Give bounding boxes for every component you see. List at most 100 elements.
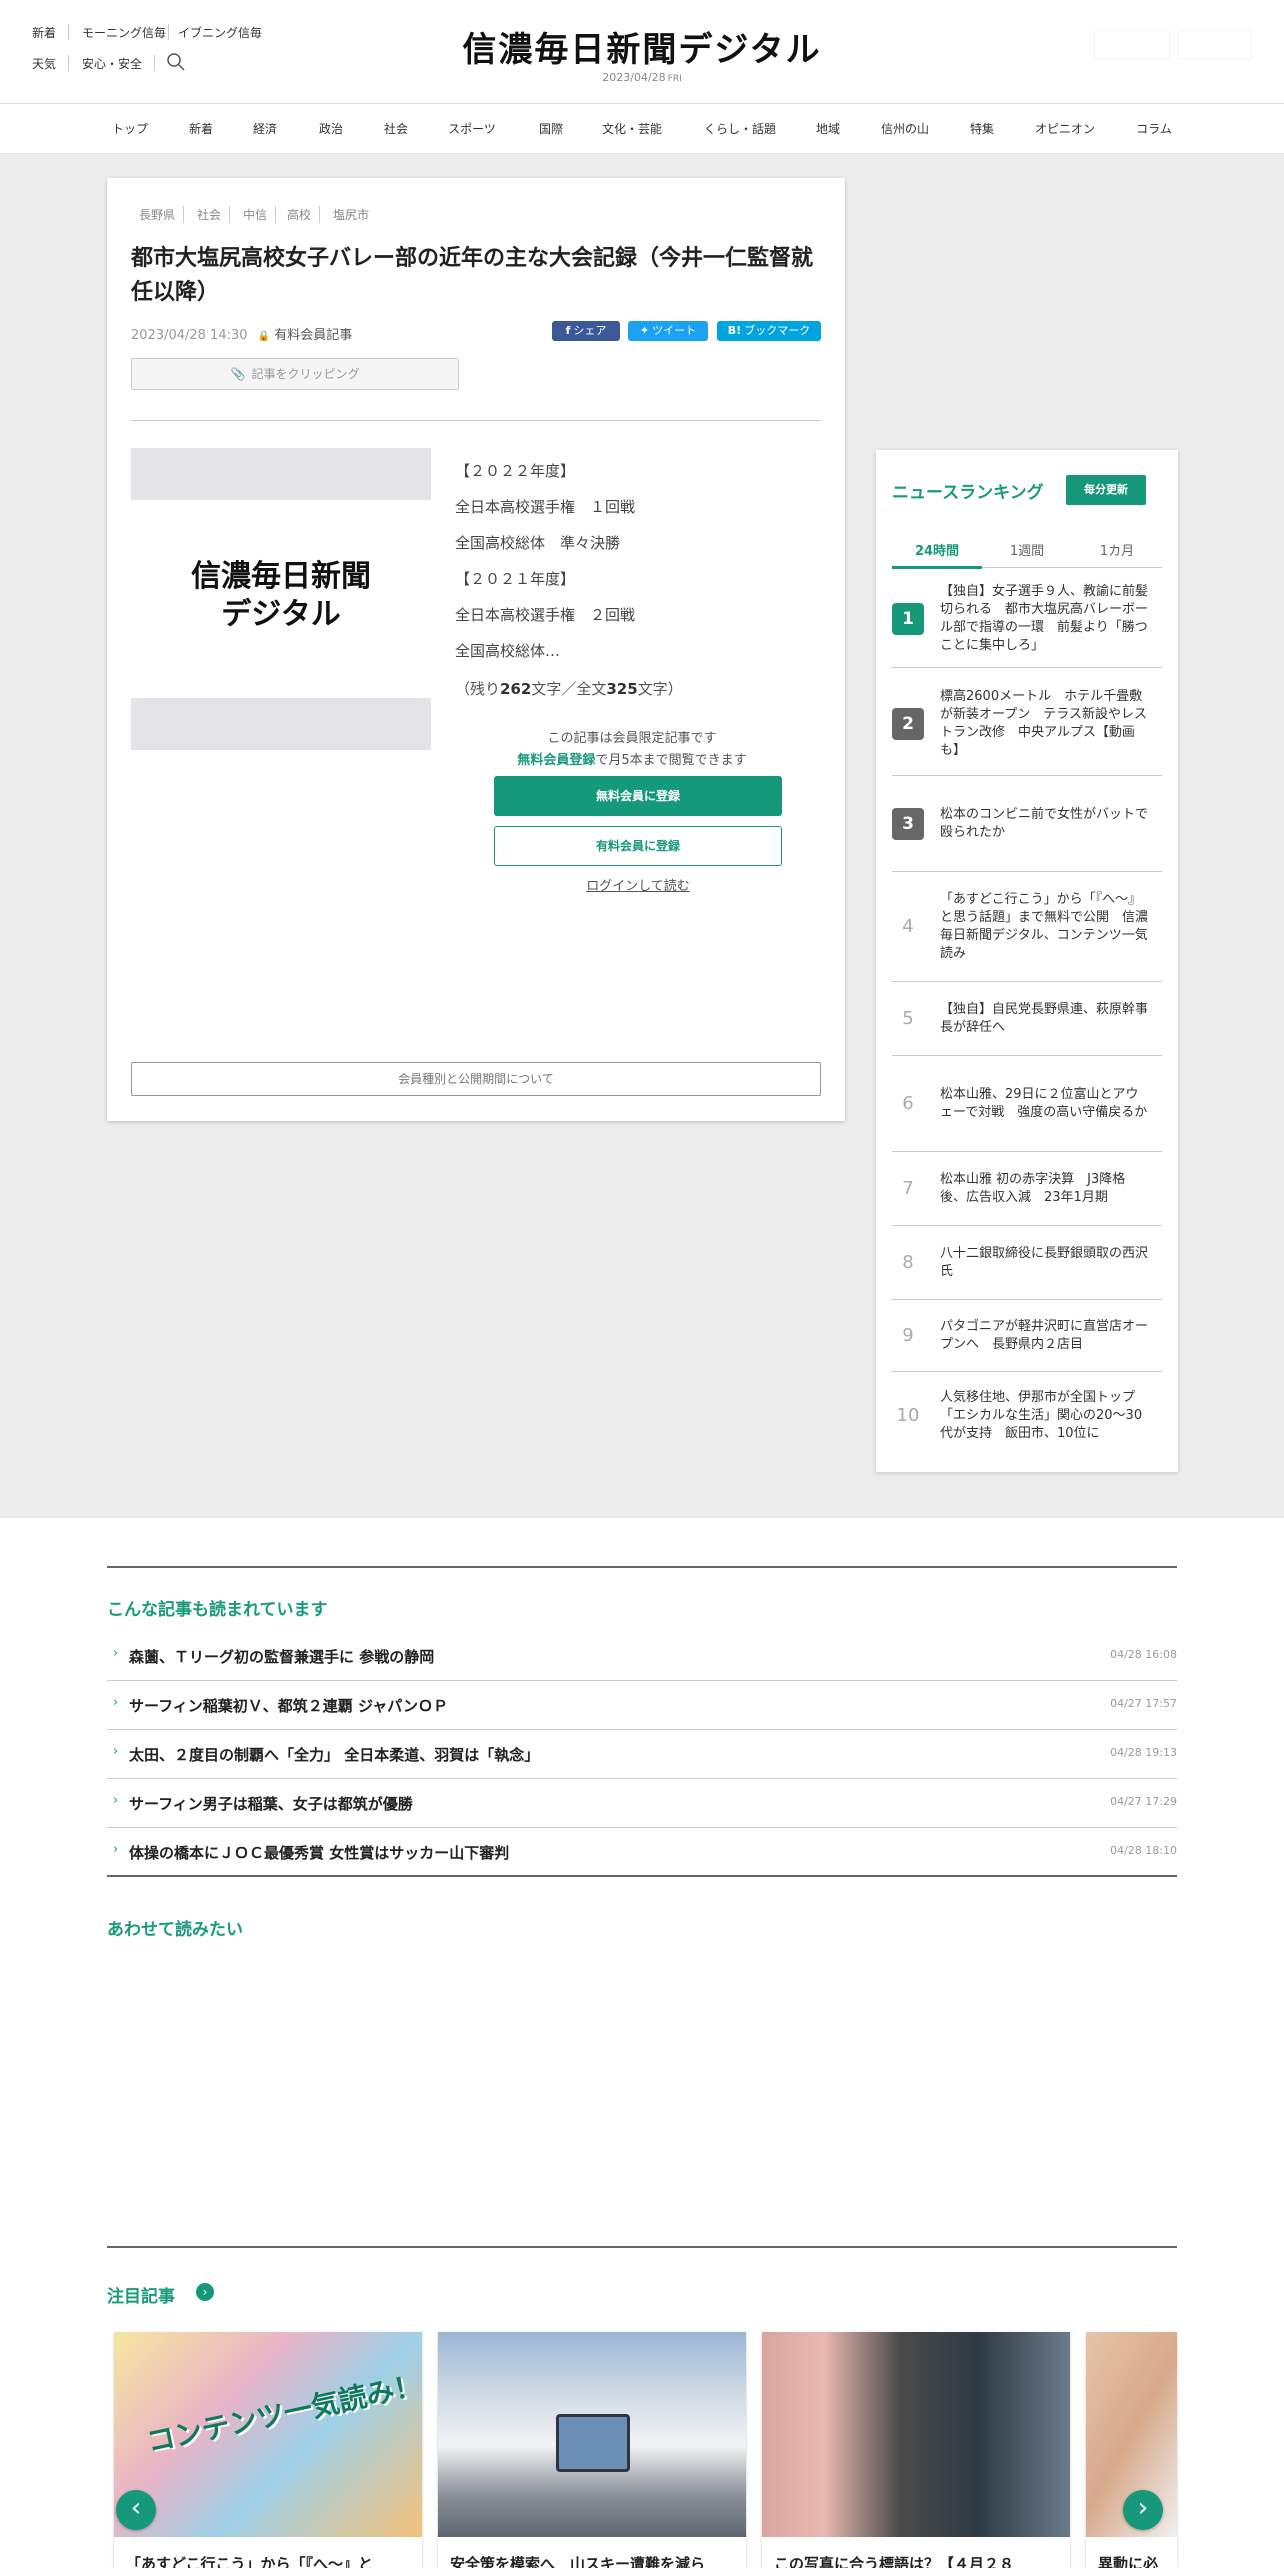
paywall-note-2: 無料会員登録で月5本まで閲覧できます: [517, 753, 747, 768]
rank-number: 9: [902, 1325, 914, 1346]
featured-card[interactable]: 異動に必: [1086, 2332, 1177, 2568]
remaining-characters: （残り262文字／全文325文字）: [455, 680, 683, 698]
rank-number: 5: [902, 1008, 914, 1029]
featured-image: [438, 2332, 746, 2537]
nav-item-new[interactable]: 新着: [189, 120, 213, 137]
ranking-item[interactable]: 4 「あすどこ行こう」から「『へ～』と思う話題」まで無料で公開 信濃毎日新聞デジ…: [892, 872, 1162, 982]
tab-24h[interactable]: 24時間: [915, 540, 959, 559]
article-card: 長野県 社会 中信 高校 塩尻市 都市大塩尻高校女子バレー部の近年の主な大会記録…: [107, 178, 845, 1121]
also-read-title: あわせて読みたい: [107, 1920, 243, 1940]
rank-number: 1: [892, 603, 924, 635]
nav-item-politics[interactable]: 政治: [319, 120, 343, 137]
nav-item-culture[interactable]: 文化・芸能: [602, 120, 662, 137]
share-twitter-button[interactable]: ✦ ツイート: [628, 321, 708, 341]
ranking-item[interactable]: 6 松本山雅、29日に２位富山とアウェーで対戦 強度の高い守備戻るか: [892, 1056, 1162, 1152]
tag-nagano[interactable]: 長野県: [139, 206, 185, 223]
share-hatena-button[interactable]: B! ブックマーク: [717, 321, 821, 341]
ranking-item-text: 松本山雅、29日に２位富山とアウェーで対戦 強度の高い守備戻るか: [940, 1087, 1148, 1120]
rank-number: 7: [902, 1178, 914, 1199]
related-article-title: 体操の橋本にＪＯＣ最優秀賞 女性賞はサッカー山下審判: [129, 1844, 510, 1862]
share-facebook-button[interactable]: f シェア: [552, 321, 620, 341]
membership-info-button[interactable]: 会員種別と公開期間について: [131, 1062, 821, 1096]
featured-card[interactable]: 安全策を模索へ 山スキー遭難を減ら: [438, 2332, 746, 2568]
header-ghost-button[interactable]: [1178, 30, 1252, 60]
ranking-item[interactable]: 2 標高2600メートル ホテル千畳敷が新装オープン テラス新設やレストラン改修…: [892, 668, 1162, 776]
carousel-prev-button[interactable]: ‹: [116, 2490, 156, 2530]
ranking-item[interactable]: 8 八十二銀取締役に長野銀頭取の西沢氏: [892, 1226, 1162, 1300]
section-divider: [107, 2246, 1177, 2248]
tab-1week[interactable]: 1週間: [1010, 540, 1044, 559]
nav-item-region[interactable]: 地域: [816, 120, 840, 137]
free-registration-link[interactable]: 無料会員登録: [517, 753, 595, 768]
related-article[interactable]: › 太田、２度目の制覇へ「全力」 全日本柔道、羽賀は「執念」 04/28 19:…: [107, 1730, 1177, 1779]
chevron-right-icon: ›: [113, 1695, 119, 1710]
rank-number: 6: [902, 1093, 914, 1114]
tag-society[interactable]: 社会: [197, 206, 231, 223]
chevron-right-icon: ›: [113, 1842, 119, 1857]
nav-item-column[interactable]: コラム: [1136, 120, 1172, 137]
nav-item-economy[interactable]: 経済: [253, 120, 277, 137]
site-logo[interactable]: 信濃毎日新聞デジタル: [0, 22, 1284, 71]
featured-caption: 異動に必: [1098, 2555, 1159, 2568]
clip-article-button[interactable]: 📎 記事をクリッピング: [131, 358, 459, 390]
tab-1month[interactable]: 1カ月: [1100, 540, 1134, 559]
article-meta: 2023/04/28 14:30 🔒 有料会員記事: [131, 324, 352, 343]
nav-item-top[interactable]: トップ: [112, 120, 148, 137]
nav-item-society[interactable]: 社会: [384, 120, 408, 137]
article-title: 都市大塩尻高校女子バレー部の近年の主な大会記録（今井一仁監督就任以降）: [131, 246, 814, 305]
related-article-date: 04/28 16:08: [1110, 1648, 1177, 1661]
featured-image-text: コンテンツ一気読み！: [143, 2368, 422, 2459]
featured-card[interactable]: コンテンツ一気読み！ 「あすどこ行こう」から「『へ～』と: [114, 2332, 422, 2568]
header-date: 2023/04/28 FRI: [602, 71, 682, 84]
ranking-item[interactable]: 5 【独自】自民党長野県連、萩原幹事長が辞任へ: [892, 982, 1162, 1056]
ranking-title: ニュースランキング: [892, 483, 1044, 503]
nav-item-mountains[interactable]: 信州の山: [881, 120, 929, 137]
nav-item-sports[interactable]: スポーツ: [448, 120, 496, 137]
image-placeholder-top: [131, 448, 431, 500]
divider: [131, 420, 821, 421]
carousel-next-button[interactable]: ›: [1123, 2490, 1163, 2530]
tag-chushin[interactable]: 中信: [243, 206, 277, 223]
tag-shiojiri[interactable]: 塩尻市: [333, 206, 377, 223]
ranking-item[interactable]: 10 人気移住地、伊那市が全国トップ 「エシカルな生活」関心の20～30代が支持…: [892, 1372, 1162, 1460]
ranking-item-text: 標高2600メートル ホテル千畳敷が新装オープン テラス新設やレストラン改修 中…: [940, 689, 1147, 758]
nav-item-international[interactable]: 国際: [539, 120, 563, 137]
ranking-item[interactable]: 9 パタゴニアが軽井沢町に直営店オープンへ 長野県内２店目: [892, 1300, 1162, 1372]
related-article-date: 04/28 19:13: [1110, 1746, 1177, 1759]
nav-item-opinion[interactable]: オピニオン: [1035, 120, 1095, 137]
rank-number: 8: [902, 1252, 914, 1273]
article-body-line: 全国高校総体 準々決勝: [455, 534, 621, 552]
ranking-item[interactable]: 1 【独自】女子選手９人、教諭に前髪切られる 都市大塩尻高バレーボール部で指導の…: [892, 570, 1162, 668]
related-article[interactable]: › 体操の橋本にＪＯＣ最優秀賞 女性賞はサッカー山下審判 04/28 18:10: [107, 1828, 1177, 1877]
ranking-update-badge: 毎分更新: [1066, 475, 1146, 505]
ranking-item-text: 松本山雅 初の赤字決算 J3降格後、広告収入減 23年1月期: [940, 1172, 1126, 1205]
section-divider: [107, 1566, 1177, 1568]
login-link[interactable]: ログインして読む: [494, 875, 782, 894]
article-body-line: 全日本高校選手権 ２回戦: [455, 606, 636, 624]
ranking-item[interactable]: 7 松本山雅 初の赤字決算 J3降格後、広告収入減 23年1月期: [892, 1152, 1162, 1226]
chevron-right-icon: ›: [113, 1646, 119, 1661]
nav-item-features[interactable]: 特集: [970, 120, 994, 137]
paid-member-register-button[interactable]: 有料会員に登録: [494, 826, 782, 866]
article-body-line: 【２０２１年度】: [455, 570, 576, 588]
related-article[interactable]: › サーフィン男子は稲葉、女子は都筑が優勝 04/27 17:29: [107, 1779, 1177, 1828]
facebook-icon: f: [565, 324, 571, 337]
news-ranking: ニュースランキング 毎分更新 24時間 1週間 1カ月 1 【独自】女子選手９人…: [876, 450, 1178, 1472]
related-article-date: 04/27 17:29: [1110, 1795, 1177, 1808]
gondola-shape: [556, 2414, 630, 2472]
related-article[interactable]: › 森薗、Ｔリーグ初の監督兼選手に 参戦の静岡 04/28 16:08: [107, 1632, 1177, 1681]
tag-highschool[interactable]: 高校: [287, 206, 321, 223]
free-member-register-button[interactable]: 無料会員に登録: [494, 776, 782, 816]
site-header: 新着 モーニング信毎 イブニング信毎 天気 安心・安全 信濃毎日新聞デジタル 2…: [0, 0, 1284, 104]
header-ghost-button[interactable]: [1094, 30, 1170, 60]
related-article-date: 04/28 18:10: [1110, 1844, 1177, 1857]
featured-card[interactable]: この写真に合う標語は？【４月２８: [762, 2332, 1070, 2568]
active-tab-indicator: [892, 566, 982, 569]
related-article[interactable]: › サーフィン稲葉初Ｖ、都筑２連覇 ジャパンＯＰ 04/27 17:57: [107, 1681, 1177, 1730]
related-article-date: 04/27 17:57: [1110, 1697, 1177, 1710]
nav-item-life[interactable]: くらし・話題: [704, 120, 776, 137]
ranking-item-text: 松本のコンビニ前で女性がバットで殴られたか: [940, 807, 1149, 840]
ranking-item[interactable]: 3 松本のコンビニ前で女性がバットで殴られたか: [892, 776, 1162, 872]
rank-number: 3: [892, 808, 924, 840]
arrow-right-circle-icon[interactable]: ›: [196, 2283, 214, 2301]
